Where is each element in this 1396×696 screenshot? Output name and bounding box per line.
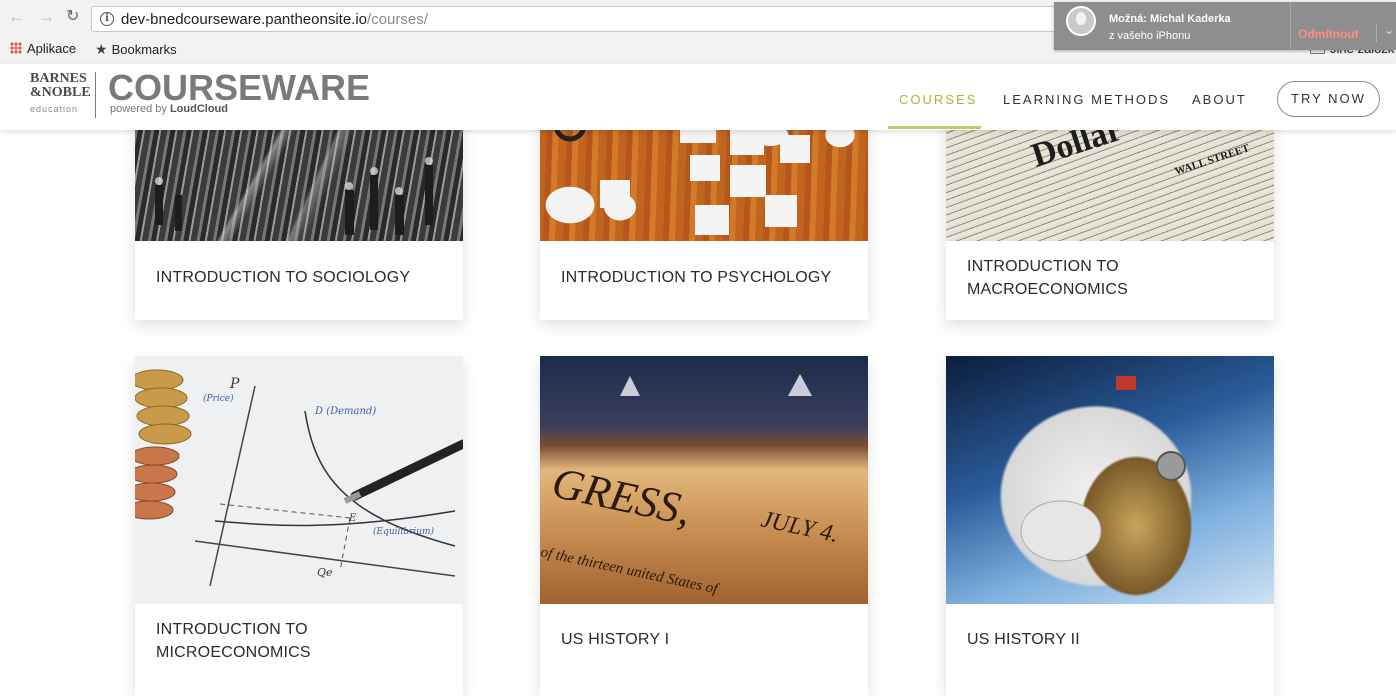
forward-arrow-icon[interactable]: → bbox=[38, 7, 55, 27]
demand-label: D (Demand) bbox=[314, 406, 376, 417]
logo-line-1: BARNES bbox=[30, 71, 87, 86]
bookmark-apps[interactable]: Aplikace bbox=[10, 41, 76, 56]
course-card-us-history-1[interactable]: GRESS, JULY 4. of the thirteen united St… bbox=[540, 356, 868, 696]
url-text[interactable]: dev-bnedcourseware.pantheonsite.io/cours… bbox=[121, 11, 428, 28]
nav-learning-methods[interactable]: LEARNING METHODS bbox=[1003, 92, 1170, 107]
course-title[interactable]: INTRODUCTION TO MICROECONOMICS bbox=[156, 618, 463, 664]
url-host: dev-bnedcourseware.pantheonsite.io bbox=[121, 11, 367, 28]
notification-divider bbox=[1290, 2, 1291, 50]
chevron-down-icon[interactable]: ⌄ bbox=[1384, 23, 1394, 37]
course-title[interactable]: US HISTORY I bbox=[561, 628, 669, 651]
axis-label-qe: Qe bbox=[317, 566, 333, 579]
declaration-illustration: GRESS, JULY 4. of the thirteen united St… bbox=[540, 374, 841, 598]
bookmark-label: Bookmarks bbox=[111, 42, 177, 57]
astronaut-illustration bbox=[1020, 376, 1186, 562]
us-history-2-image bbox=[946, 356, 1274, 604]
logo-divider bbox=[95, 72, 96, 118]
nav-courses[interactable]: COURSES bbox=[899, 92, 977, 107]
call-notification: Možná: Michal Kaderka z vašeho iPhonu Od… bbox=[1054, 2, 1396, 50]
address-bar[interactable]: i dev-bnedcourseware.pantheonsite.io/cou… bbox=[91, 6, 1111, 32]
document-text-1: GRESS, bbox=[548, 458, 696, 535]
star-icon: ★ bbox=[95, 41, 108, 57]
bookmark-bookmarks[interactable]: ★ Bookmarks bbox=[95, 41, 177, 58]
logo-line-2: &NOBLE bbox=[30, 85, 91, 100]
course-card-microeconomics[interactable]: P (Price) D (Demand) (Equilibrium) E Qe … bbox=[135, 356, 463, 696]
document-text-3: of the thirteen united States of bbox=[540, 544, 721, 598]
equilibrium-label: (Equilibrium) bbox=[373, 526, 435, 537]
point-label-e: E bbox=[348, 513, 357, 524]
course-title[interactable]: INTRODUCTION TO PSYCHOLOGY bbox=[561, 266, 831, 289]
notification-subtitle: z vašeho iPhonu bbox=[1109, 30, 1191, 42]
axis-label-price: (Price) bbox=[203, 393, 234, 404]
apps-grid-icon bbox=[10, 42, 22, 54]
url-path: /courses/ bbox=[367, 11, 428, 28]
reload-icon[interactable]: ↻ bbox=[66, 7, 79, 27]
microeconomics-image: P (Price) D (Demand) (Equilibrium) E Qe bbox=[135, 356, 463, 604]
contact-avatar-icon bbox=[1066, 6, 1096, 36]
notification-title: Možná: Michal Kaderka bbox=[1109, 13, 1231, 25]
axis-label-p: P bbox=[229, 376, 240, 392]
site-header: BARNES &NOBLE education COURSEWARE power… bbox=[0, 64, 1396, 130]
barnes-noble-logo[interactable]: BARNES &NOBLE education bbox=[30, 71, 91, 116]
course-title[interactable]: INTRODUCTION TO SOCIOLOGY bbox=[156, 266, 410, 289]
course-card-us-history-2[interactable]: US HISTORY II bbox=[946, 356, 1274, 696]
supply-demand-illustration: P (Price) D (Demand) (Equilibrium) E Qe bbox=[135, 369, 463, 587]
powered-prefix: powered by bbox=[110, 103, 170, 115]
newspaper-section: WALL STREET bbox=[1173, 142, 1251, 178]
us-history-1-image: GRESS, JULY 4. of the thirteen united St… bbox=[540, 356, 868, 604]
course-title[interactable]: INTRODUCTION TO MACROECONOMICS bbox=[967, 255, 1274, 301]
bookmark-label: Aplikace bbox=[27, 41, 77, 56]
try-now-button[interactable]: TRY NOW bbox=[1277, 81, 1380, 117]
courseware-logo[interactable]: COURSEWARE bbox=[108, 68, 370, 108]
active-nav-underline bbox=[888, 126, 981, 129]
notification-separator bbox=[1376, 24, 1377, 42]
browser-chrome: ← → ↻ i dev-bnedcourseware.pantheonsite.… bbox=[0, 0, 1396, 65]
nav-about[interactable]: ABOUT bbox=[1192, 92, 1247, 107]
back-arrow-icon[interactable]: ← bbox=[8, 7, 25, 27]
powered-by: powered by LoudCloud bbox=[110, 103, 228, 115]
document-text-2: JULY 4. bbox=[759, 506, 841, 548]
logo-line-3: education bbox=[30, 104, 79, 114]
decline-button[interactable]: Odmítnout bbox=[1298, 27, 1359, 41]
info-icon[interactable]: i bbox=[100, 12, 114, 26]
powered-brand: LoudCloud bbox=[169, 103, 228, 115]
course-title[interactable]: US HISTORY II bbox=[967, 628, 1080, 651]
